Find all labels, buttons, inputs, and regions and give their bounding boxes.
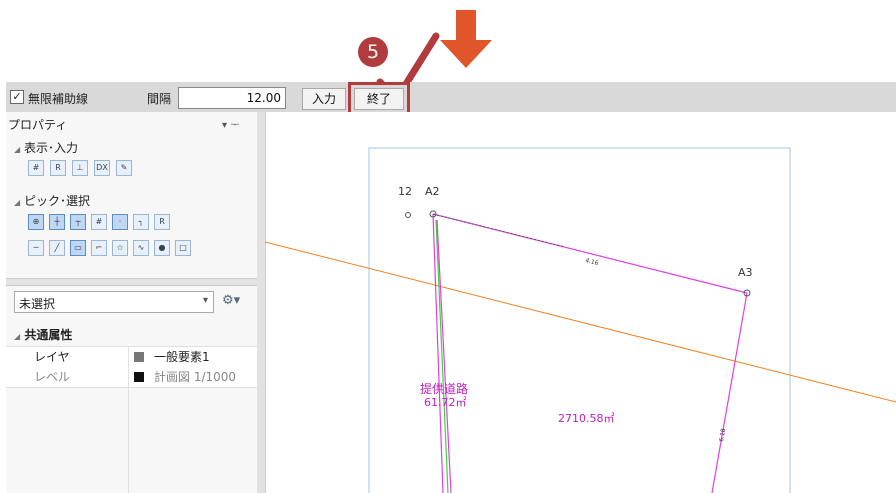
select-rect-icon[interactable]: ▭: [70, 240, 86, 256]
infinite-guide-label: 無限補助線: [28, 92, 89, 106]
road-area: 61.72㎡: [424, 396, 467, 409]
r-icon[interactable]: R: [50, 160, 66, 176]
chevron-down-icon: ▾: [202, 295, 208, 306]
sheet-frame: [368, 147, 791, 493]
level-row[interactable]: レベル 計画図 1/1000: [6, 367, 257, 388]
select-star-icon[interactable]: ☆: [112, 240, 128, 256]
pick-line-icon[interactable]: ┬: [70, 214, 86, 230]
interval-value: 12.00: [246, 91, 281, 105]
collapse-icon: ◢: [14, 332, 21, 341]
pin-icon[interactable]: ▾ ᅮ: [222, 116, 239, 131]
common-attr-label: 共通属性: [24, 328, 73, 342]
panel-divider: [6, 278, 257, 286]
collapse-icon: ◢: [14, 145, 21, 154]
select-poly-icon[interactable]: ⌐: [91, 240, 107, 256]
pick-icons-row-1: ⊕ ┼ ┬ # · ┐ R: [28, 214, 170, 230]
common-attr-header[interactable]: ◢ 共通属性: [14, 326, 72, 343]
orange-guide-line: [265, 241, 896, 403]
collapse-icon: ◢: [14, 198, 21, 207]
select-curve-icon[interactable]: ∿: [133, 240, 149, 256]
pick-r-icon[interactable]: R: [154, 214, 170, 230]
lot-boundary: [432, 213, 748, 493]
pick-point-icon[interactable]: ⊕: [28, 214, 44, 230]
pick-dot-icon[interactable]: ·: [112, 214, 128, 230]
panel-splitter[interactable]: [257, 112, 265, 493]
selection-dropdown[interactable]: 未選択 ▾: [14, 291, 214, 313]
property-column-divider: [128, 346, 129, 493]
magic-icon[interactable]: ✎: [116, 160, 132, 176]
select-frame-icon[interactable]: □: [175, 240, 191, 256]
grid-icon[interactable]: #: [28, 160, 44, 176]
step-badge: 5: [358, 37, 388, 67]
point-12: [405, 212, 411, 218]
label-a2: A2: [425, 185, 440, 198]
layer-swatch: [134, 352, 144, 362]
layer-label: レイヤ: [34, 350, 70, 364]
select-bag-icon[interactable]: ●: [154, 240, 170, 256]
end-button[interactable]: 終了: [354, 88, 404, 110]
pick-icons-row-2: ─ ╱ ▭ ⌐ ☆ ∿ ● □: [28, 240, 191, 256]
level-swatch: [134, 372, 144, 382]
label-12: 12: [398, 185, 412, 198]
settings-icon[interactable]: ⚙▾: [222, 293, 240, 308]
interval-input[interactable]: 12.00: [178, 87, 286, 109]
edge-length-top: 4.16: [585, 257, 600, 267]
layer-row[interactable]: レイヤ 一般要素1: [6, 346, 257, 368]
road-boundary-right: [436, 219, 452, 493]
section-pick-label: ピック･選択: [23, 194, 90, 208]
pick-end-icon[interactable]: ┐: [133, 214, 149, 230]
drawing-svg: 4.16 6.18: [265, 147, 896, 493]
infinite-guide-checkbox[interactable]: ✓: [10, 90, 24, 104]
select-diagonal-icon[interactable]: ╱: [49, 240, 65, 256]
input-button[interactable]: 入力: [302, 88, 346, 110]
section-pick-select[interactable]: ◢ ピック･選択: [14, 192, 90, 209]
interval-label: 間隔: [147, 92, 172, 106]
pick-hash-icon[interactable]: #: [91, 214, 107, 230]
section-display-label: 表示･入力: [23, 141, 78, 155]
display-icons-row: # R ⊥ DX ✎: [28, 160, 132, 176]
selection-value: 未選択: [19, 297, 56, 311]
dxdy-icon[interactable]: DX: [94, 160, 110, 176]
input-toolbar: [6, 82, 896, 113]
down-arrow-icon: [440, 10, 492, 68]
level-value: 計画図 1/1000: [154, 370, 237, 384]
section-display-input[interactable]: ◢ 表示･入力: [14, 139, 78, 156]
level-label: レベル: [34, 370, 71, 384]
pick-cross-icon[interactable]: ┼: [49, 214, 65, 230]
layer-value: 一般要素1: [154, 350, 210, 364]
lot-area: 2710.58㎡: [558, 412, 615, 425]
align-icon[interactable]: ⊥: [72, 160, 88, 176]
label-a3: A3: [738, 266, 753, 279]
edge-length-right: 6.18: [718, 428, 727, 443]
properties-title: プロパティ: [8, 118, 68, 132]
select-line-icon[interactable]: ─: [28, 240, 44, 256]
